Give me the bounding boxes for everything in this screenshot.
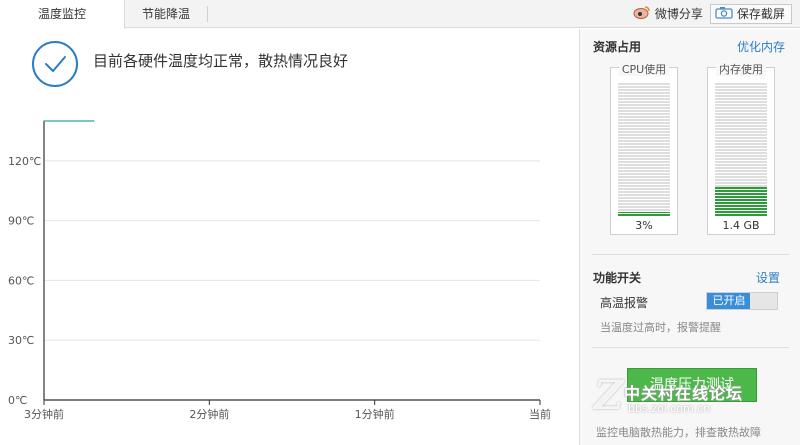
y-tick-label: 60℃ <box>8 274 34 287</box>
x-tick-label: 3分钟前 <box>24 407 64 421</box>
y-tick-label: 90℃ <box>8 215 34 228</box>
stress-test-button[interactable]: 温度压力测试 <box>627 368 757 402</box>
settings-link[interactable]: 设置 <box>756 269 780 286</box>
weibo-share-label: 微博分享 <box>654 7 703 21</box>
tab-temperature-monitor[interactable]: 温度监控 <box>0 0 125 29</box>
cpu-usage-bars <box>618 83 670 216</box>
weibo-share-button[interactable]: 微博分享 <box>633 0 703 28</box>
series-point <box>43 120 45 122</box>
cpu-usage-meter: CPU使用 3% <box>610 63 678 235</box>
tab-energy-cooling[interactable]: 节能降温 <box>125 0 207 28</box>
save-screenshot-button[interactable]: 保存截屏 <box>710 4 792 24</box>
status-message: 目前各硬件温度均正常，散热情况良好 <box>93 52 349 70</box>
tab-divider <box>207 6 208 22</box>
panel-divider <box>592 254 789 255</box>
y-tick-label: 0℃ <box>8 394 27 407</box>
high-temp-alarm-label: 高温报警 <box>600 296 649 310</box>
optimize-memory-link[interactable]: 优化内存 <box>737 38 785 55</box>
cpu-usage-value: 3% <box>635 219 653 232</box>
y-tick-label: 120℃ <box>8 155 41 168</box>
high-temp-alarm-hint: 当温度过高时，报警提醒 <box>600 321 721 334</box>
memory-usage-fill <box>715 186 767 216</box>
status-ok-icon <box>32 41 78 87</box>
right-panel: 资源占用 优化内存 CPU使用 3% 内存使用 1.4 GB 功能开关 设置 高… <box>579 29 800 445</box>
tab-label: 温度监控 <box>37 7 86 21</box>
save-screenshot-label: 保存截屏 <box>736 7 785 21</box>
x-tick-label: 1分钟前 <box>355 407 395 421</box>
tab-label: 节能降温 <box>141 7 190 21</box>
cpu-usage-label: CPU使用 <box>618 63 670 76</box>
y-tick-label: 30℃ <box>8 334 34 347</box>
cpu-usage-fill <box>618 212 670 216</box>
panel-divider <box>592 347 789 348</box>
weibo-icon <box>633 1 651 29</box>
resources-title: 资源占用 <box>593 40 642 54</box>
stress-test-hint: 监控电脑散热能力，排查散热故障 <box>596 426 761 439</box>
toggle-knob <box>750 293 777 309</box>
memory-usage-value: 1.4 GB <box>722 219 760 232</box>
x-tick-label: 2分钟前 <box>189 407 229 421</box>
camera-icon <box>715 6 733 24</box>
top-tab-bar: 温度监控 节能降温 微博分享 保存截屏 <box>0 0 800 29</box>
features-title: 功能开关 <box>593 271 642 285</box>
series-point <box>92 120 95 122</box>
toggle-on-state: 已开启 <box>707 293 751 309</box>
memory-usage-meter: 内存使用 1.4 GB <box>707 63 775 235</box>
memory-usage-bars <box>715 83 767 216</box>
x-tick-label: 当前 <box>529 407 551 421</box>
memory-usage-label: 内存使用 <box>716 63 766 76</box>
temperature-chart: 0℃ 30℃ 60℃ 90℃ 120℃ 3分钟前 2分钟前 1分钟前 当前 <box>8 120 551 421</box>
high-temp-alarm-toggle[interactable]: 已开启 <box>706 292 778 310</box>
